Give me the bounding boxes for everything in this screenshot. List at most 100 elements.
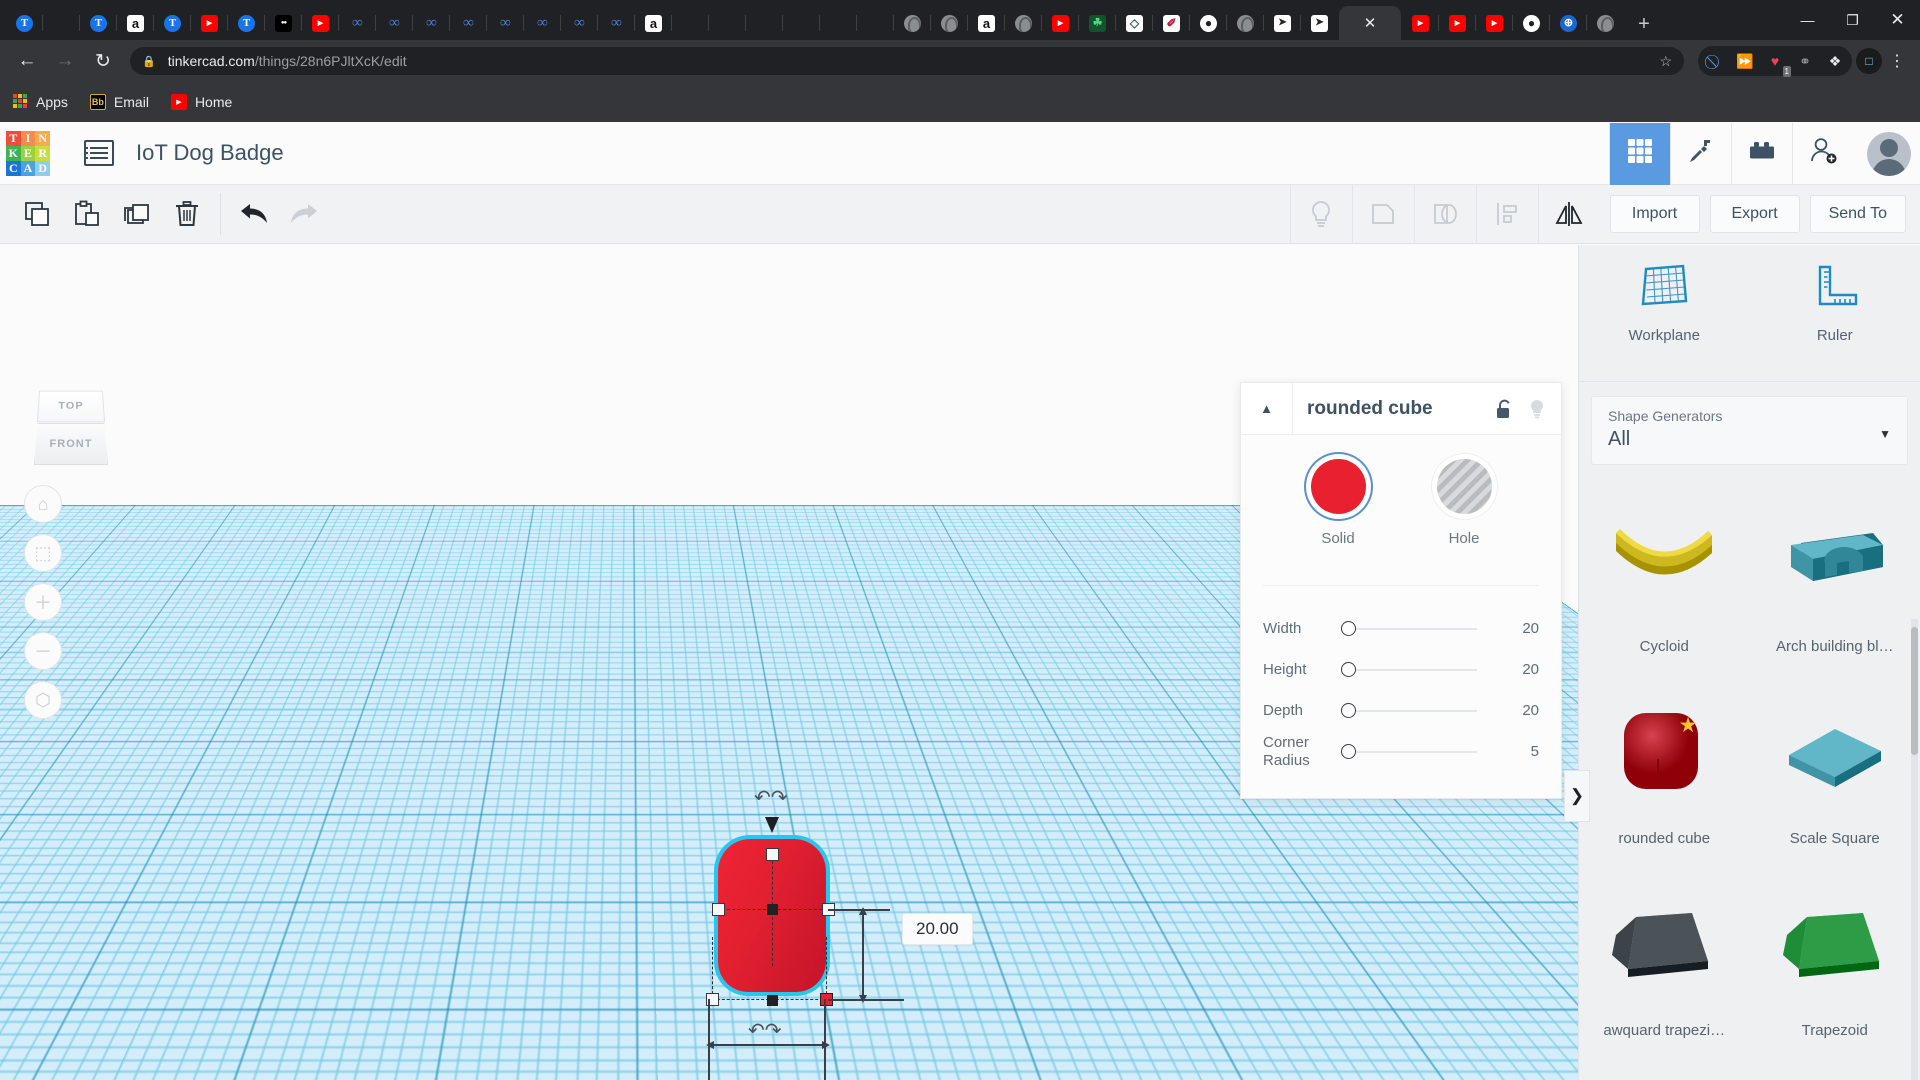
browser-menu-icon[interactable]: ⋮ (1882, 45, 1912, 77)
zoom-out-button[interactable]: － (24, 632, 62, 670)
puzzle-icon[interactable]: ❖ (1820, 46, 1850, 76)
back-icon[interactable]: ← (11, 45, 43, 77)
browser-tab[interactable] (450, 6, 487, 40)
invite-button[interactable] (1792, 123, 1853, 185)
workplane-tool[interactable]: Workplane (1579, 245, 1750, 381)
shape-library-item-awquard-trapezium[interactable]: awquard trapezi… (1579, 869, 1750, 1061)
browser-tab[interactable] (746, 6, 783, 40)
view-cube[interactable]: TOP FRONT (32, 389, 114, 467)
browser-tab[interactable] (339, 6, 376, 40)
browser-tab[interactable] (672, 6, 709, 40)
project-list-icon[interactable] (84, 140, 114, 166)
browser-tab[interactable] (487, 6, 524, 40)
browser-tab[interactable] (1153, 6, 1190, 40)
height-handle-cone[interactable] (765, 817, 779, 833)
browser-tab[interactable] (894, 6, 931, 40)
browser-profile-avatar[interactable]: □ (1856, 48, 1882, 74)
view-cube-front-face[interactable]: FRONT (34, 423, 108, 465)
email-bookmark[interactable]: Bb Email (90, 94, 149, 110)
browser-tab[interactable] (1227, 6, 1264, 40)
browser-tab[interactable] (1079, 6, 1116, 40)
shape-library-item-rounded-cube[interactable]: ★rounded cube (1579, 677, 1750, 869)
send-to-button[interactable]: Send To (1810, 195, 1906, 233)
paste-button[interactable] (62, 192, 112, 236)
hole-option[interactable]: Hole (1418, 459, 1510, 547)
shape-generators-dropdown[interactable]: Shape Generators All ▼ (1591, 396, 1908, 465)
sidebar-scrollbar-thumb[interactable] (1911, 627, 1918, 755)
browser-tab[interactable] (931, 6, 968, 40)
property-value[interactable]: 20 (1495, 661, 1539, 678)
selected-object-group[interactable]: ↶↷ (716, 835, 1116, 1080)
browser-tab[interactable] (265, 6, 302, 40)
browser-tab[interactable] (783, 6, 820, 40)
window-close-button[interactable]: ✕ (1875, 0, 1920, 40)
browser-tab[interactable] (1587, 6, 1624, 40)
browser-tab[interactable] (1402, 6, 1439, 40)
close-icon[interactable]: ✕ (1364, 16, 1377, 31)
copy-button[interactable] (12, 192, 62, 236)
shape-library-item-cycloid[interactable]: Cycloid (1579, 485, 1750, 677)
scale-handle-left[interactable] (712, 903, 725, 916)
fastforward-icon[interactable]: ⏩ (1730, 46, 1760, 76)
browser-tab[interactable] (1550, 6, 1587, 40)
lightbulb-icon[interactable] (1523, 383, 1561, 435)
grid-view-button[interactable] (1609, 123, 1670, 185)
browser-tab[interactable] (1116, 6, 1153, 40)
reload-icon[interactable]: ↻ (87, 45, 119, 77)
new-tab-button[interactable]: + (1628, 8, 1660, 40)
user-avatar[interactable] (1867, 132, 1911, 176)
browser-tab[interactable] (968, 6, 1005, 40)
browser-tab[interactable] (43, 6, 80, 40)
property-value[interactable]: 20 (1495, 620, 1539, 637)
rotate-handle-bottom-icon[interactable]: ↶↷ (748, 1018, 782, 1043)
browser-tab[interactable] (820, 6, 857, 40)
browser-tab[interactable] (635, 6, 672, 40)
height-dimension-value[interactable]: 20.00 (902, 913, 973, 945)
ruler-tool[interactable]: Ruler (1750, 245, 1920, 381)
links-icon[interactable]: ⚭ (1790, 46, 1820, 76)
apps-bookmark[interactable]: Apps (12, 94, 68, 110)
browser-tab[interactable] (598, 6, 635, 40)
blocks-button[interactable] (1731, 123, 1792, 185)
browser-tab[interactable] (302, 6, 339, 40)
codeblocks-button[interactable] (1670, 123, 1731, 185)
tinkercad-logo[interactable]: TINKERCAD (6, 131, 50, 175)
adblock-icon[interactable]: ⃠ (1700, 46, 1730, 76)
hole-pattern-swatch[interactable] (1437, 459, 1492, 514)
home-view-button[interactable]: ⌂ (24, 485, 62, 523)
mirror-button[interactable] (1538, 185, 1600, 244)
shape-library-item-trapezoid[interactable]: Trapezoid (1750, 869, 1920, 1061)
export-button[interactable]: Export (1710, 195, 1800, 233)
bookmark-star-icon[interactable]: ☆ (1649, 53, 1672, 70)
view-cube-top-face[interactable]: TOP (37, 391, 105, 423)
page-title[interactable]: IoT Dog Badge (136, 140, 284, 166)
browser-tab[interactable] (413, 6, 450, 40)
browser-tab[interactable] (1005, 6, 1042, 40)
shape-library-item-scale-square[interactable]: Scale Square (1750, 677, 1920, 869)
property-slider[interactable] (1341, 743, 1495, 761)
home-bookmark[interactable]: ▶ Home (171, 94, 232, 110)
group-button[interactable] (1352, 185, 1414, 244)
browser-tab[interactable] (1439, 6, 1476, 40)
browser-tab[interactable] (1190, 6, 1227, 40)
browser-tab[interactable] (1301, 6, 1338, 40)
redo-button[interactable] (279, 192, 329, 236)
rotate-handle-top-icon[interactable]: ↶↷ (754, 785, 788, 810)
collapse-panel-button[interactable]: ▲ (1241, 383, 1293, 435)
align-button[interactable] (1476, 185, 1538, 244)
address-bar[interactable]: 🔒 tinkercad.com/things/28n6PJltXcK/edit … (130, 47, 1684, 75)
browser-tab[interactable] (6, 6, 43, 40)
favorite-star-icon[interactable]: ★ (1679, 713, 1698, 738)
scale-handle-base-center[interactable] (767, 995, 778, 1006)
ungroup-button[interactable] (1414, 185, 1476, 244)
browser-tab[interactable] (191, 6, 228, 40)
browser-tab[interactable] (154, 6, 191, 40)
slider-knob[interactable] (1341, 662, 1356, 677)
browser-tab[interactable] (1042, 6, 1079, 40)
fit-view-button[interactable]: ⬚ (24, 534, 62, 572)
solid-option[interactable]: Solid (1292, 459, 1384, 547)
property-value[interactable]: 20 (1495, 702, 1539, 719)
forward-icon[interactable]: → (49, 45, 81, 77)
browser-tab[interactable] (524, 6, 561, 40)
undo-button[interactable] (229, 192, 279, 236)
